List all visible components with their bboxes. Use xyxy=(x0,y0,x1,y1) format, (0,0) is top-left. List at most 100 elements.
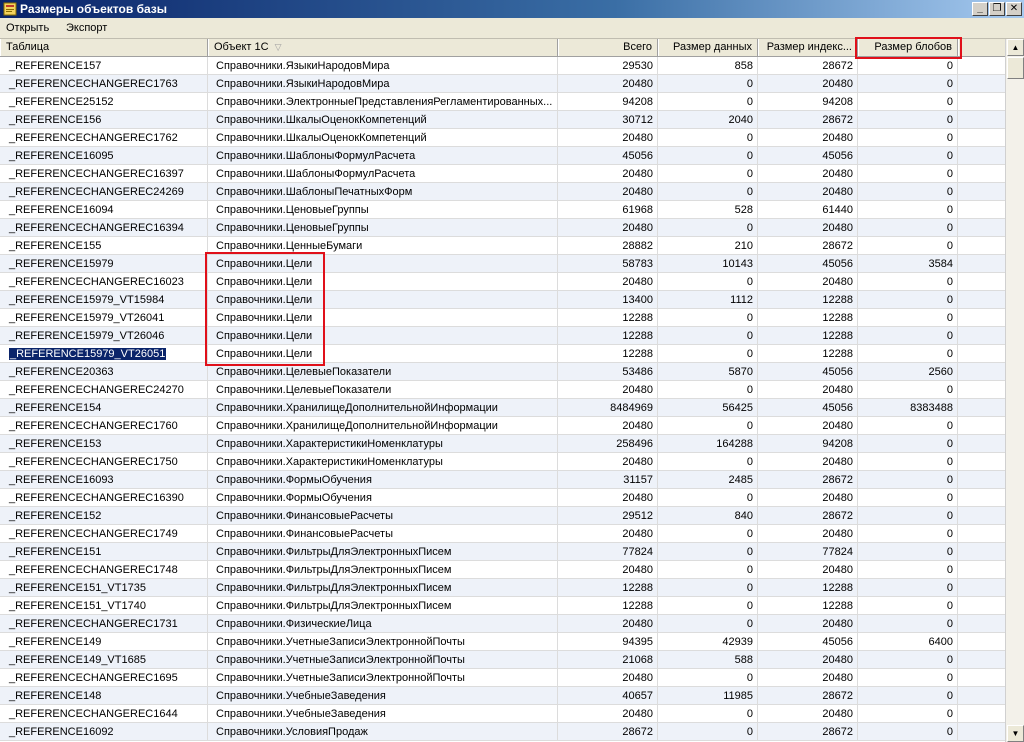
table-row[interactable]: _REFERENCECHANGEREC16023 Справочники.Цели… xyxy=(0,273,1005,291)
cell-data-size: 0 xyxy=(658,669,758,687)
restore-button[interactable]: ❐ xyxy=(989,2,1005,16)
table-row[interactable]: _REFERENCE15979_VT26041 Справочники.Цели 1… xyxy=(0,309,1005,327)
table-row[interactable]: _REFERENCECHANGEREC16390 Справочники.Форм… xyxy=(0,489,1005,507)
table-row[interactable]: _REFERENCECHANGEREC1695 Справочники.Учетн… xyxy=(0,669,1005,687)
cell-table: _REFERENCE15979 xyxy=(0,255,208,273)
cell-object: Справочники.ФизическиеЛица xyxy=(208,615,558,633)
cell-spacer xyxy=(958,291,1005,309)
cell-table: _REFERENCECHANGEREC24269 xyxy=(0,183,208,201)
cell-data-size: 0 xyxy=(658,381,758,399)
cell-index-size: 12288 xyxy=(758,309,858,327)
table-row[interactable]: _REFERENCE15979_VT26046 Справочники.Цели 1… xyxy=(0,327,1005,345)
table-row[interactable]: _REFERENCECHANGEREC1763 Справочники.Языки… xyxy=(0,75,1005,93)
cell-object: Справочники.Цели xyxy=(208,309,558,327)
cell-total: 12288 xyxy=(558,327,658,345)
table-row[interactable]: _REFERENCECHANGEREC16397 Справочники.Шабл… xyxy=(0,165,1005,183)
table-row[interactable]: _REFERENCE148 Справочники.УчебныеЗаведени… xyxy=(0,687,1005,705)
cell-table: _REFERENCE151_VT1735 xyxy=(0,579,208,597)
cell-table: _REFERENCE153 xyxy=(0,435,208,453)
cell-table: _REFERENCE15979_VT26041 xyxy=(0,309,208,327)
cell-blob-size: 0 xyxy=(858,111,958,129)
table-row[interactable]: _REFERENCE149 Справочники.УчетныеЗаписиЭл… xyxy=(0,633,1005,651)
table-row[interactable]: _REFERENCECHANGEREC1731 Справочники.Физич… xyxy=(0,615,1005,633)
cell-spacer xyxy=(958,525,1005,543)
cell-spacer xyxy=(958,129,1005,147)
cell-table: _REFERENCE15979_VT15984 xyxy=(0,291,208,309)
cell-object: Справочники.УчебныеЗаведения xyxy=(208,687,558,705)
table-row[interactable]: _REFERENCE156 Справочники.ШкалыОценокКомп… xyxy=(0,111,1005,129)
table-row[interactable]: _REFERENCE16095 Справочники.ШаблоныФормул… xyxy=(0,147,1005,165)
table-row[interactable]: _REFERENCE15979_VT15984 Справочники.Цели 1… xyxy=(0,291,1005,309)
table-row[interactable]: _REFERENCE151_VT1735 Справочники.ФильтрыД… xyxy=(0,579,1005,597)
table-row[interactable]: _REFERENCE152 Справочники.ФинансовыеРасче… xyxy=(0,507,1005,525)
close-button[interactable]: ✕ xyxy=(1006,2,1022,16)
cell-data-size: 0 xyxy=(658,219,758,237)
cell-index-size: 20480 xyxy=(758,381,858,399)
table-row[interactable]: _REFERENCE15979 Справочники.Цели 58783 1014… xyxy=(0,255,1005,273)
cell-index-size: 20480 xyxy=(758,453,858,471)
column-header-table[interactable]: Таблица xyxy=(0,39,208,56)
cell-index-size: 20480 xyxy=(758,669,858,687)
column-header-index-size[interactable]: Размер индекс... xyxy=(758,39,858,56)
cell-index-size: 20480 xyxy=(758,561,858,579)
table-row[interactable]: _REFERENCE15979_VT26051 Справочники.Цели 1… xyxy=(0,345,1005,363)
menu-open[interactable]: Открыть xyxy=(4,21,51,35)
menu-export[interactable]: Экспорт xyxy=(64,21,109,35)
table-row[interactable]: _REFERENCE155 Справочники.ЦенныеБумаги 288… xyxy=(0,237,1005,255)
cell-table: _REFERENCECHANGEREC16397 xyxy=(0,165,208,183)
table-row[interactable]: _REFERENCE20363 Справочники.ЦелевыеПоказа… xyxy=(0,363,1005,381)
table-row[interactable]: _REFERENCE16093 Справочники.ФормыОбучения… xyxy=(0,471,1005,489)
scroll-up-button[interactable]: ▲ xyxy=(1007,39,1024,56)
table-row[interactable]: _REFERENCE153 Справочники.ХарактеристикиН… xyxy=(0,435,1005,453)
scrollbar-thumb[interactable] xyxy=(1007,57,1024,79)
cell-data-size: 0 xyxy=(658,615,758,633)
minimize-button[interactable]: _ xyxy=(972,2,988,16)
table-row[interactable]: _REFERENCE16092 Справочники.УсловияПродаж… xyxy=(0,723,1005,741)
table-row[interactable]: _REFERENCECHANGEREC16394 Справочники.Цено… xyxy=(0,219,1005,237)
column-header-total[interactable]: Всего xyxy=(558,39,658,56)
cell-total: 20480 xyxy=(558,525,658,543)
scroll-down-button[interactable]: ▼ xyxy=(1007,725,1024,742)
cell-table: _REFERENCECHANGEREC24270 xyxy=(0,381,208,399)
table-row[interactable]: _REFERENCECHANGEREC24269 Справочники.Шабл… xyxy=(0,183,1005,201)
cell-blob-size: 0 xyxy=(858,417,958,435)
cell-data-size: 0 xyxy=(658,543,758,561)
column-header-object[interactable]: Объект 1С ▽ xyxy=(208,39,558,56)
column-header-data-size[interactable]: Размер данных xyxy=(658,39,758,56)
cell-blob-size: 0 xyxy=(858,669,958,687)
table-row[interactable]: _REFERENCE151_VT1740 Справочники.ФильтрыД… xyxy=(0,597,1005,615)
cell-blob-size: 0 xyxy=(858,381,958,399)
table-row[interactable]: _REFERENCE25152 Справочники.ЭлектронныеПр… xyxy=(0,93,1005,111)
table-row[interactable]: _REFERENCECHANGEREC1749 Справочники.Финан… xyxy=(0,525,1005,543)
cell-table: _REFERENCE156 xyxy=(0,111,208,129)
table-row[interactable]: _REFERENCE16094 Справочники.ЦеновыеГруппы… xyxy=(0,201,1005,219)
cell-table: _REFERENCECHANGEREC1695 xyxy=(0,669,208,687)
cell-data-size: 0 xyxy=(658,417,758,435)
table-row[interactable]: _REFERENCECHANGEREC1760 Справочники.Храни… xyxy=(0,417,1005,435)
table-row[interactable]: _REFERENCECHANGEREC1750 Справочники.Харак… xyxy=(0,453,1005,471)
cell-total: 20480 xyxy=(558,165,658,183)
cell-data-size: 0 xyxy=(658,345,758,363)
cell-spacer xyxy=(958,471,1005,489)
cell-total: 77824 xyxy=(558,543,658,561)
cell-index-size: 28672 xyxy=(758,723,858,741)
table-row[interactable]: _REFERENCE154 Справочники.ХранилищеДополн… xyxy=(0,399,1005,417)
cell-total: 20480 xyxy=(558,219,658,237)
vertical-scrollbar[interactable]: ▲ ▼ xyxy=(1005,39,1024,742)
cell-index-size: 20480 xyxy=(758,183,858,201)
cell-object: Справочники.ЦенныеБумаги xyxy=(208,237,558,255)
cell-spacer xyxy=(958,507,1005,525)
cell-index-size: 28672 xyxy=(758,507,858,525)
table-row[interactable]: _REFERENCE151 Справочники.ФильтрыДляЭлект… xyxy=(0,543,1005,561)
table-row[interactable]: _REFERENCECHANGEREC1748 Справочники.Фильт… xyxy=(0,561,1005,579)
column-header-blob-size[interactable]: Размер блобов xyxy=(858,39,958,56)
cell-total: 45056 xyxy=(558,147,658,165)
table-row[interactable]: _REFERENCECHANGEREC1762 Справочники.Шкалы… xyxy=(0,129,1005,147)
cell-blob-size: 0 xyxy=(858,129,958,147)
table-row[interactable]: _REFERENCECHANGEREC24270 Справочники.Целе… xyxy=(0,381,1005,399)
cell-object: Справочники.УчетныеЗаписиЭлектроннойПочт… xyxy=(208,651,558,669)
table-row[interactable]: _REFERENCECHANGEREC1644 Справочники.Учебн… xyxy=(0,705,1005,723)
cell-blob-size: 0 xyxy=(858,93,958,111)
table-row[interactable]: _REFERENCE149_VT1685 Справочники.УчетныеЗ… xyxy=(0,651,1005,669)
table-row[interactable]: _REFERENCE157 Справочники.ЯзыкиНародовМир… xyxy=(0,57,1005,75)
